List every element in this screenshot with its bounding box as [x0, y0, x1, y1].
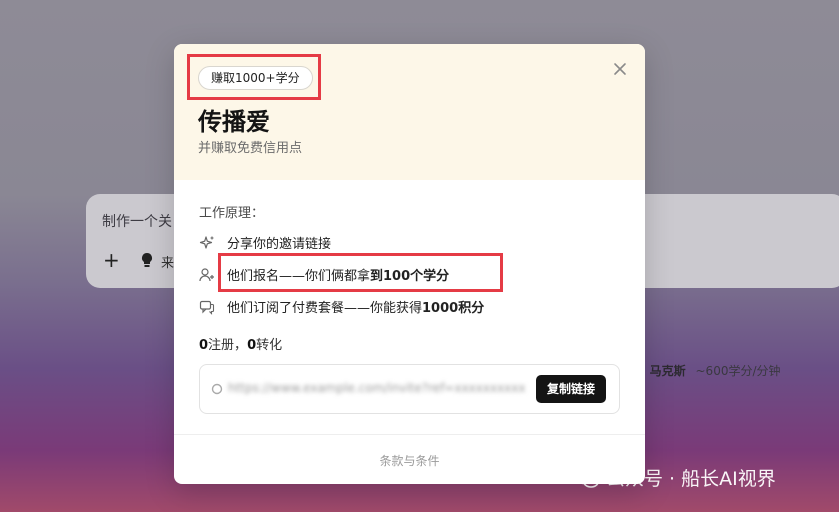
step-subscription-reward: 他们订阅了付费套餐——你能获得1000积分: [199, 297, 484, 316]
step-text: 他们订阅了付费套餐——你能获得1000积分: [227, 301, 485, 316]
signups-label: 注册，: [208, 338, 248, 353]
footer-divider: [174, 434, 645, 435]
step-share-link: 分享你的邀请链接: [199, 233, 331, 252]
highlight-box-badge: [187, 54, 321, 100]
how-it-works-label: 工作原理：: [199, 206, 265, 221]
modal-subtitle: 并赚取免费信用点: [198, 141, 303, 156]
plus-icon: +: [103, 248, 120, 272]
model-name: 马克斯: [649, 364, 686, 378]
referral-stats: 0注册，0转化: [199, 334, 282, 353]
background-model-info: ⁝ 马克斯 ~600学分/分钟: [642, 362, 781, 379]
copy-link-button[interactable]: 复制链接: [536, 375, 607, 403]
background-prompt-text: 制作一个关: [102, 214, 172, 230]
step-bold-text: 1000积分: [422, 301, 485, 316]
invite-link-text[interactable]: https://www.example.com/invite?ref=xxxxx…: [228, 381, 528, 395]
background-suggestion-text: 来: [161, 256, 175, 271]
lightbulb-icon: [142, 253, 152, 267]
sparkle-icon: [199, 235, 214, 249]
chat-icon: [199, 300, 215, 315]
modal-title: 传播爱: [198, 108, 270, 136]
highlight-box-step: [218, 253, 503, 292]
conversions-label: 转化: [256, 338, 283, 353]
step-text: 分享你的邀请链接: [227, 237, 332, 252]
signups-count: 0: [199, 338, 209, 353]
invite-link-field[interactable]: https://www.example.com/invite?ref=xxxxx…: [199, 364, 620, 414]
terms-link[interactable]: 条款与条件: [174, 452, 645, 469]
close-icon[interactable]: [612, 61, 628, 77]
conversions-count: 0: [247, 338, 257, 353]
link-icon: [211, 383, 223, 395]
model-rate: ~600学分/分钟: [695, 364, 781, 378]
referral-modal: 赚取1000+学分 传播爱 并赚取免费信用点 工作原理： 分享你的邀请链接 他们…: [174, 44, 645, 484]
user-add-icon: [199, 267, 214, 281]
